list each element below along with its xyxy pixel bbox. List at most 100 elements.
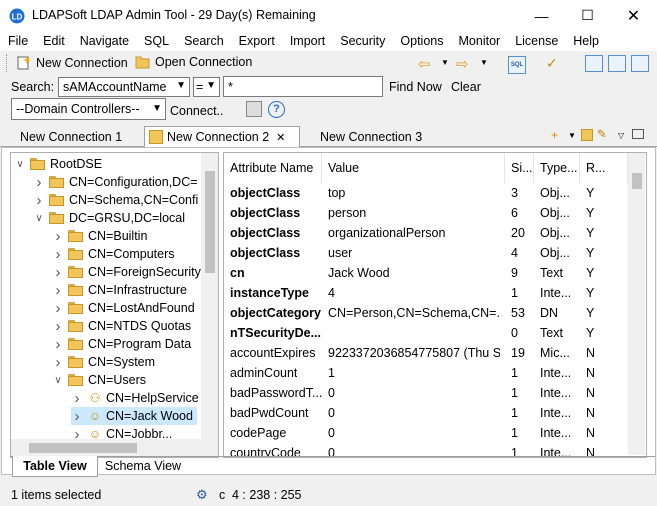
open-connection-button[interactable]: Open Connection [135,55,252,69]
table-row[interactable]: cn Jack Wood 9 Text Y [224,263,628,283]
table-row[interactable]: objectClass user 4 Obj... Y [224,243,628,263]
tab-new-connection-1[interactable]: New Connection 1 [20,127,122,147]
chevron-down-icon[interactable]: ∨ [33,213,45,224]
column-header-type[interactable]: Type... [534,153,580,183]
column-header-size[interactable]: Si... [505,153,534,183]
menu-license[interactable]: License [507,34,565,48]
tree-node[interactable]: › CN=System [52,353,156,371]
table-row[interactable]: objectClass top 3 Obj... Y [224,183,628,203]
menu-search[interactable]: Search [176,34,231,48]
close-tab-icon[interactable]: ✕ [276,131,285,144]
menu-edit[interactable]: Edit [35,34,72,48]
tree-node[interactable]: ∨ DC=GRSU,DC=local [33,209,185,227]
chevron-right-icon[interactable]: › [52,336,64,353]
close-button[interactable]: ✕ [611,0,656,31]
tab-new-connection-3[interactable]: New Connection 3 [320,127,422,147]
menu-export[interactable]: Export [231,34,282,48]
menu-sql[interactable]: SQL [136,34,176,48]
menu-options[interactable]: Options [392,34,450,48]
clear-button[interactable]: Clear [451,80,481,94]
import-window-icon[interactable] [608,55,626,72]
back-arrow-icon[interactable]: ⇦ [418,55,431,73]
chevron-right-icon[interactable]: › [52,300,64,317]
chevron-right-icon[interactable]: › [52,282,64,299]
forward-arrow-icon[interactable]: ⇨ [456,55,469,73]
maximize-button[interactable]: ☐ [565,0,610,31]
domain-controllers-select[interactable]: --Domain Controllers-- ▼ [11,98,166,120]
menu-file[interactable]: File [0,34,35,48]
tree-node[interactable]: › CN=Computers [52,245,175,263]
menu-security[interactable]: Security [332,34,392,48]
tree-node[interactable]: › CN=Configuration,DC= [33,173,198,191]
minimize-view-icon[interactable] [632,129,644,139]
table-row[interactable]: badPwdCount 0 1 Inte... N [224,403,628,423]
tab-table-view[interactable]: Table View [12,456,98,477]
table-row[interactable]: codePage 0 1 Inte... N [224,423,628,443]
chevron-down-icon[interactable]: ▼ [568,131,576,140]
column-header-required[interactable]: R... [580,153,628,183]
tab-new-connection-2[interactable]: New Connection 2 ✕ [144,126,300,147]
minimize-button[interactable]: — [519,0,564,31]
tree-node[interactable]: › CN=Schema,CN=Confi [33,191,199,209]
folder-icon[interactable] [581,129,593,141]
table-row[interactable]: instanceType 4 1 Inte... Y [224,283,628,303]
column-header-value[interactable]: Value [322,153,505,183]
menu-monitor[interactable]: Monitor [451,34,508,48]
forward-dropdown-icon[interactable]: ▼ [480,58,488,67]
tree-node[interactable]: › CN=Program Data [52,335,192,353]
back-dropdown-icon[interactable]: ▼ [441,58,449,67]
scrollbar-thumb[interactable] [29,443,137,453]
chevron-right-icon[interactable]: › [52,228,64,245]
search-value-input[interactable] [223,76,383,97]
table-row[interactable]: badPasswordT... 0 1 Inte... N [224,383,628,403]
chevron-right-icon[interactable]: › [71,408,83,425]
add-icon[interactable]: + [551,128,558,142]
chevron-right-icon[interactable]: › [71,390,83,407]
chevron-right-icon[interactable]: › [52,354,64,371]
table-row[interactable]: objectCategory CN=Person,CN=Schema,CN=...… [224,303,628,323]
scrollbar-thumb[interactable] [632,173,642,189]
table-row[interactable]: objectClass organizationalPerson 20 Obj... Y [224,223,628,243]
tree-node[interactable]: › CN=Builtin [52,227,148,245]
tree-node[interactable]: ∨ CN=Users [52,371,146,389]
tree-node[interactable]: › CN=ForeignSecurity [52,263,201,281]
menu-import[interactable]: Import [282,34,332,48]
scrollbar-thumb[interactable] [205,171,215,273]
tab-schema-view[interactable]: Schema View [98,456,188,476]
tree-vertical-scrollbar[interactable] [201,153,218,439]
table-row[interactable]: nTSecurityDe... 0 Text Y [224,323,628,343]
chevron-right-icon[interactable]: › [52,264,64,281]
table-row[interactable]: accountExpires 9223372036854775807 (Thu S… [224,343,628,363]
chevron-down-icon[interactable]: ∨ [14,159,26,170]
tree-node[interactable]: ∨ RootDSE [14,155,102,173]
chevron-down-icon[interactable]: ∨ [52,375,64,386]
column-header-attribute-name[interactable]: Attribute Name [224,153,322,183]
tree-node[interactable]: › CN=LostAndFound [52,299,195,317]
plugin-icon[interactable]: ✓ [546,55,558,72]
tile-window-icon[interactable] [631,55,649,72]
export-window-icon[interactable] [585,55,603,72]
tree-node[interactable]: › CN=NTDS Quotas [52,317,192,335]
help-icon[interactable]: ? [268,101,285,118]
chevron-right-icon[interactable]: › [33,192,45,209]
table-row[interactable]: adminCount 1 1 Inte... N [224,363,628,383]
operator-select[interactable]: = ▼ [193,77,220,97]
chevron-right-icon[interactable]: › [33,174,45,191]
tree-node[interactable]: › CN=Infrastructure [52,281,188,299]
edit-icon[interactable]: ✎ [597,127,607,141]
connect-button[interactable]: Connect.. [170,104,224,118]
print-icon[interactable] [246,101,262,117]
menu-help[interactable]: Help [565,34,606,48]
new-connection-button[interactable]: New Connection [16,55,128,71]
menu-navigate[interactable]: Navigate [72,34,136,48]
table-vertical-scrollbar[interactable] [628,153,645,455]
table-row[interactable]: objectClass person 6 Obj... Y [224,203,628,223]
tree-horizontal-scrollbar[interactable] [11,439,218,456]
chevron-right-icon[interactable]: › [52,318,64,335]
ldap-tree[interactable]: ∨ RootDSE › CN=Configuration,DC= › CN=Schema,… [10,152,219,458]
tree-node[interactable]: › ⚇ CN=HelpService [71,389,199,407]
search-attribute-select[interactable]: sAMAccountName ▼ [58,77,190,97]
view-menu-icon[interactable]: ▽ [618,131,624,140]
find-now-button[interactable]: Find Now [389,80,442,94]
chevron-right-icon[interactable]: › [52,246,64,263]
